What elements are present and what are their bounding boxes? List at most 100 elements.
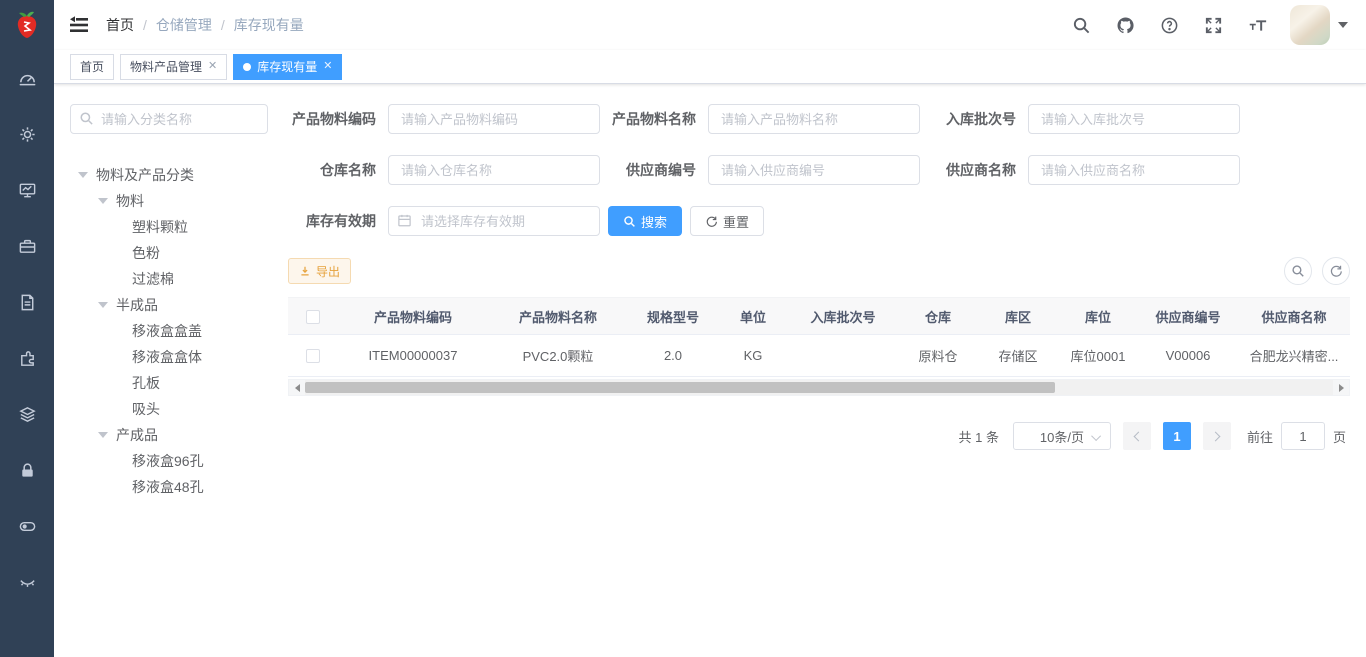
refresh-icon [705, 215, 718, 228]
tree-node-root[interactable]: 物料及产品分类 [70, 162, 268, 188]
scrollbar-track[interactable] [305, 380, 1333, 395]
reset-button[interactable]: 重置 [690, 206, 764, 236]
table-horizontal-scrollbar[interactable] [288, 379, 1350, 396]
sidebar-item-hidden[interactable] [0, 554, 54, 610]
tree-node-label: 过滤棉 [132, 269, 174, 289]
tree-node-well-plate[interactable]: 孔板 [70, 370, 268, 396]
sidebar-item-layers[interactable] [0, 386, 54, 442]
next-page-button[interactable] [1203, 422, 1231, 450]
tree-node-pipette-box-body[interactable]: 移液盒盒体 [70, 344, 268, 370]
tree-caret-icon[interactable] [98, 198, 108, 204]
breadcrumb-separator: / [143, 17, 147, 33]
search-icon [1291, 264, 1305, 278]
goto-label: 前往 [1247, 427, 1273, 446]
tab-material-product[interactable]: 物料产品管理 ✕ [120, 54, 227, 80]
tree-caret-icon[interactable] [78, 172, 88, 178]
row-checkbox[interactable] [306, 349, 320, 363]
tree-node-pipette-box-lid[interactable]: 移液盒盒盖 [70, 318, 268, 344]
breadcrumb-home[interactable]: 首页 [106, 15, 134, 35]
tree-node-filter-cotton[interactable]: 过滤棉 [70, 266, 268, 292]
tree-caret-icon[interactable] [98, 302, 108, 308]
export-button[interactable]: 导出 [288, 258, 351, 284]
col-item-name: 产品物料名称 [488, 298, 628, 335]
sidebar-item-monitor[interactable] [0, 162, 54, 218]
user-menu[interactable] [1290, 5, 1348, 45]
select-all-checkbox[interactable] [306, 310, 320, 324]
search-button[interactable]: 搜索 [608, 206, 682, 236]
strawberry-logo-icon [11, 9, 43, 41]
tree-node-label: 移液盒48孔 [132, 477, 204, 497]
col-item-code: 产品物料编码 [338, 298, 488, 335]
col-storage-area: 库区 [978, 298, 1058, 335]
sidebar-item-documents[interactable] [0, 274, 54, 330]
closed-eye-icon [18, 573, 37, 592]
breadcrumb: 首页 / 仓储管理 / 库存现有量 [106, 15, 304, 35]
tree-node-tip[interactable]: 吸头 [70, 396, 268, 422]
tree-node-pigment[interactable]: 色粉 [70, 240, 268, 266]
refresh-table-button[interactable] [1322, 257, 1350, 285]
page-number-button[interactable]: 1 [1163, 422, 1191, 450]
app-sidebar [0, 0, 54, 657]
github-icon[interactable] [1108, 8, 1142, 42]
warehouse-name-input[interactable] [388, 155, 600, 185]
tree-caret-icon[interactable] [98, 432, 108, 438]
tree-node-label: 物料 [116, 191, 144, 211]
app-logo[interactable] [0, 0, 54, 50]
page-size-select[interactable]: 10条/页 [1013, 422, 1111, 450]
lock-icon [18, 461, 37, 480]
tab-home[interactable]: 首页 [70, 54, 114, 80]
tree-node-label: 移液盒盒盖 [132, 321, 202, 341]
table-header-row: 产品物料编码 产品物料名称 规格型号 单位 入库批次号 仓库 库区 库位 供应商… [288, 298, 1350, 335]
field-label-batch-no: 入库批次号 [928, 109, 1028, 129]
dashboard-icon [18, 69, 37, 88]
tree-node-pipette-box-48[interactable]: 移液盒48孔 [70, 474, 268, 500]
font-size-icon[interactable] [1240, 8, 1274, 42]
toggle-search-button[interactable] [1284, 257, 1312, 285]
reset-button-label: 重置 [723, 212, 749, 231]
batch-no-input[interactable] [1028, 104, 1240, 134]
tree-node-label: 产成品 [116, 425, 158, 445]
tree-node-label: 物料及产品分类 [96, 165, 194, 185]
tree-node-plastic-pellet[interactable]: 塑料颗粒 [70, 214, 268, 240]
tree-node-label: 塑料颗粒 [132, 217, 188, 237]
table-row[interactable]: ITEM00000037 PVC2.0颗粒 2.0 KG 原料仓 存储区 库位0… [288, 335, 1350, 377]
tab-inventory-onhand[interactable]: 库存现有量 ✕ [233, 54, 342, 80]
chevron-right-icon [1211, 431, 1221, 441]
fullscreen-icon[interactable] [1196, 8, 1230, 42]
scrollbar-thumb[interactable] [305, 382, 1055, 393]
col-unit: 单位 [718, 298, 788, 335]
cell-supplier-name: 合肥龙兴精密... [1238, 335, 1350, 377]
category-search-input[interactable] [70, 104, 268, 134]
sidebar-item-permissions[interactable] [0, 442, 54, 498]
sidebar-menu [0, 50, 54, 610]
tree-node-material[interactable]: 物料 [70, 188, 268, 214]
item-code-input[interactable] [388, 104, 600, 134]
supplier-code-input[interactable] [708, 155, 920, 185]
help-icon[interactable] [1152, 8, 1186, 42]
sidebar-item-system[interactable] [0, 106, 54, 162]
sidebar-item-switch[interactable] [0, 498, 54, 554]
sidebar-item-tools[interactable] [0, 218, 54, 274]
scroll-right-arrow-icon[interactable] [1333, 380, 1349, 395]
tree-node-pipette-box-96[interactable]: 移液盒96孔 [70, 448, 268, 474]
tree-node-semi-finished[interactable]: 半成品 [70, 292, 268, 318]
tree-node-finished[interactable]: 产成品 [70, 422, 268, 448]
sidebar-item-dashboard[interactable] [0, 50, 54, 106]
tab-close-icon[interactable]: ✕ [208, 61, 217, 72]
expiry-date-input[interactable] [388, 206, 600, 236]
tree-node-label: 吸头 [132, 399, 160, 419]
field-label-item-code: 产品物料编码 [288, 109, 388, 129]
sidebar-item-plugins[interactable] [0, 330, 54, 386]
header-search-icon[interactable] [1064, 8, 1098, 42]
item-name-input[interactable] [708, 104, 920, 134]
supplier-name-input[interactable] [1028, 155, 1240, 185]
sidebar-toggle-icon[interactable] [68, 14, 90, 36]
scroll-left-arrow-icon[interactable] [289, 380, 305, 395]
col-batch-no: 入库批次号 [788, 298, 898, 335]
prev-page-button[interactable] [1123, 422, 1151, 450]
inventory-table: 产品物料编码 产品物料名称 规格型号 单位 入库批次号 仓库 库区 库位 供应商… [288, 297, 1350, 377]
top-navbar: 首页 / 仓储管理 / 库存现有量 [54, 0, 1366, 50]
tab-close-icon[interactable]: ✕ [323, 61, 332, 72]
user-avatar[interactable] [1290, 5, 1330, 45]
goto-page-input[interactable] [1281, 422, 1325, 450]
